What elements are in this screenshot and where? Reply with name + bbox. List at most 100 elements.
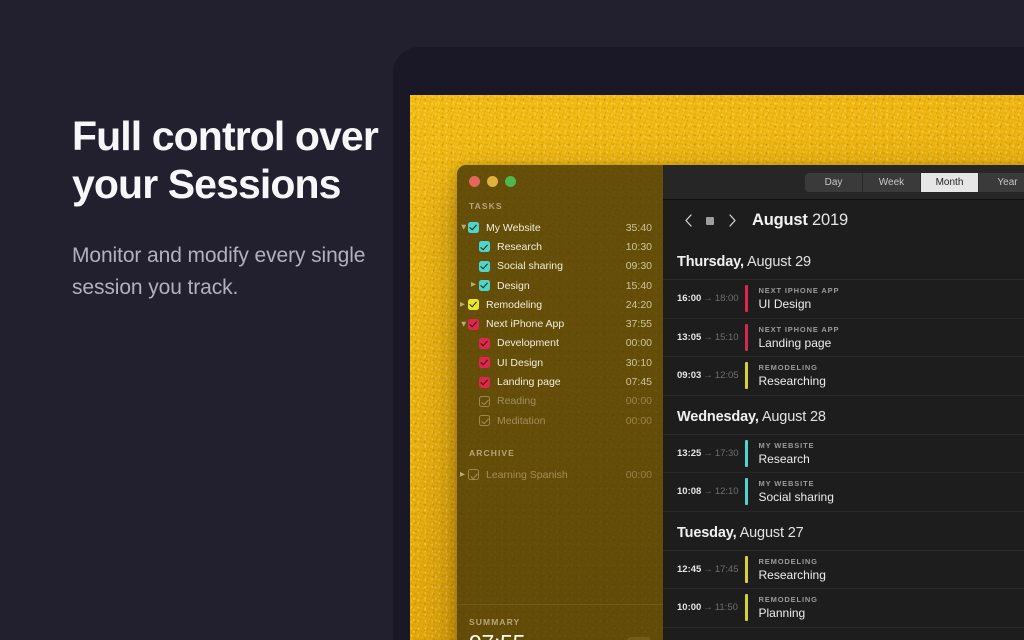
task-duration: 00:00 xyxy=(625,395,652,408)
day-date: August 29 xyxy=(746,254,811,270)
task-row[interactable]: ▶Development00:00 xyxy=(457,334,663,353)
task-row[interactable]: ▶ My Website 35:40 xyxy=(457,218,663,237)
session-end-time: 12:10 xyxy=(714,486,739,498)
zoom-button[interactable] xyxy=(505,176,516,187)
session-project: NEXT IPHONE APP xyxy=(758,286,840,296)
task-checkbox[interactable] xyxy=(479,415,490,427)
task-row[interactable]: ▶ Design 15:40 xyxy=(457,276,663,295)
task-name: Development xyxy=(497,337,559,350)
today-square-icon[interactable] xyxy=(699,210,721,232)
session-start-time: 12:45 xyxy=(677,563,702,575)
session-row[interactable]: 12:45 → 17:45 REMODELING Researching xyxy=(663,551,1024,589)
session-title: Planning xyxy=(758,606,806,621)
session-end-time: 11:50 xyxy=(714,602,738,614)
disclosure-triangle-icon[interactable]: ▶ xyxy=(468,282,479,289)
session-start-time: 10:08 xyxy=(677,486,702,498)
task-row[interactable]: ▶ Next iPhone App 37:55 xyxy=(457,314,663,333)
task-checkbox[interactable] xyxy=(468,318,479,330)
task-checkbox[interactable] xyxy=(468,222,479,234)
sessions-scroll-area[interactable]: Thursday, August 29 16:00 → 18:00 NEXT IPHON… xyxy=(663,241,1024,640)
session-row[interactable]: 16:00 → 18:00 NEXT IPHONE APP UI Design xyxy=(663,280,1024,319)
marketing-subcopy: Monitor and modify every single session … xyxy=(72,244,366,299)
chevron-left-icon[interactable] xyxy=(677,210,699,232)
task-row[interactable]: ▶Reading00:00 xyxy=(457,392,663,411)
range-segmented-control[interactable]: DayWeekMonthYearCustom xyxy=(805,172,1024,192)
disclosure-triangle-icon[interactable]: ▶ xyxy=(457,471,468,479)
task-checkbox[interactable] xyxy=(468,469,479,481)
session-title: Research xyxy=(758,451,810,466)
session-color-bar xyxy=(745,478,748,506)
time-arrow-icon: → xyxy=(703,486,713,498)
task-duration: 37:55 xyxy=(625,318,652,331)
task-row[interactable]: ▶UI Design30:10 xyxy=(457,353,663,372)
date-navigation-bar: August 2019 xyxy=(663,200,1024,241)
disclosure-triangle-icon[interactable]: ▶ xyxy=(459,319,467,330)
task-checkbox[interactable] xyxy=(468,299,479,311)
task-row[interactable]: ▶Research10:30 xyxy=(457,237,663,256)
session-color-bar xyxy=(745,362,748,390)
session-row[interactable]: 10:08 → 12:10 MY WEBSITE Social sharing xyxy=(663,473,1024,512)
day-header: Tuesday, August 27 xyxy=(663,512,1024,551)
range-tab-day[interactable]: Day xyxy=(805,172,863,192)
day-weekday: Wednesday, xyxy=(677,408,759,425)
range-tab-week[interactable]: Week xyxy=(863,172,921,192)
task-name: Remodeling xyxy=(486,298,543,311)
session-row[interactable]: 09:03 → 12:05 REMODELING Researching xyxy=(663,357,1024,396)
task-duration: 00:00 xyxy=(625,414,652,427)
task-checkbox[interactable] xyxy=(479,280,490,292)
current-year: 2019 xyxy=(812,211,848,229)
task-row[interactable]: ▶ Learning Spanish 00:00 xyxy=(457,465,663,484)
task-duration: 10:30 xyxy=(625,240,652,253)
session-start-time: 10:00 xyxy=(677,602,702,614)
session-title: Social sharing xyxy=(758,490,834,505)
session-time-range: 13:25 → 17:30 xyxy=(663,448,745,459)
session-color-bar xyxy=(745,555,748,583)
task-checkbox[interactable] xyxy=(479,376,490,388)
session-title: Researching xyxy=(758,567,826,582)
task-row[interactable]: ▶Social sharing09:30 xyxy=(457,257,663,276)
task-row[interactable]: ▶Landing page07:45 xyxy=(457,372,663,391)
task-duration: 07:45 xyxy=(625,376,652,389)
session-start-time: 09:03 xyxy=(677,370,702,382)
task-checkbox[interactable] xyxy=(479,260,490,272)
session-row[interactable]: 13:05 → 15:10 NEXT IPHONE APP Landing page xyxy=(663,319,1024,357)
session-title: Researching xyxy=(758,374,826,389)
task-row[interactable]: ▶ Remodeling 24:20 xyxy=(457,295,663,314)
close-button[interactable] xyxy=(469,176,480,187)
session-time-range: 13:05 → 15:10 xyxy=(663,332,745,343)
current-period-title: August 2019 xyxy=(752,211,848,230)
session-row[interactable]: 10:00 → 11:50 REMODELING Planning xyxy=(663,589,1024,628)
task-checkbox[interactable] xyxy=(479,241,490,253)
range-tab-year[interactable]: Year xyxy=(979,172,1024,192)
marketing-headline: Full control over your Sessions xyxy=(72,113,379,207)
task-name: My Website xyxy=(486,221,541,234)
session-time-range: 10:00 → 11:50 xyxy=(663,602,745,613)
chevron-right-icon[interactable] xyxy=(721,210,743,232)
task-list: ▶ My Website 35:40 ▶ Research 10:30 ▶ Social sh… xyxy=(457,218,663,604)
session-title: UI Design xyxy=(758,297,812,312)
tasks-section-label: TASKS xyxy=(469,201,503,211)
session-start-time: 13:05 xyxy=(677,331,702,343)
session-row[interactable]: 13:25 → 17:30 MY WEBSITE Research xyxy=(663,435,1024,473)
session-time-range: 12:45 → 17:45 xyxy=(663,564,745,575)
disclosure-triangle-icon[interactable]: ▶ xyxy=(459,222,467,233)
task-row[interactable]: ▶Meditation00:00 xyxy=(457,411,663,430)
task-name: Social sharing xyxy=(497,260,563,273)
task-checkbox[interactable] xyxy=(479,395,490,407)
range-tab-month[interactable]: Month xyxy=(921,172,979,192)
disclosure-triangle-icon[interactable]: ▶ xyxy=(457,301,468,309)
session-app-window: TASKS ▶ My Website 35:40 ▶ Research 10:30 ▶ Soc… xyxy=(457,165,1024,640)
task-duration: 30:10 xyxy=(625,356,652,369)
day-date: August 27 xyxy=(739,524,804,541)
task-name: Reading xyxy=(497,395,537,408)
minimize-button[interactable] xyxy=(487,176,498,187)
day-weekday: Tuesday, xyxy=(677,524,737,541)
task-checkbox[interactable] xyxy=(479,357,490,369)
task-checkbox[interactable] xyxy=(479,337,490,349)
desktop-wallpaper: TASKS ▶ My Website 35:40 ▶ Research 10:30 ▶ Soc… xyxy=(410,95,1024,640)
task-duration: 24:20 xyxy=(625,298,652,311)
session-title: Landing page xyxy=(758,335,832,350)
task-duration: 15:40 xyxy=(625,279,652,292)
task-name: Landing page xyxy=(497,376,561,389)
session-project: MY WEBSITE xyxy=(758,440,815,450)
